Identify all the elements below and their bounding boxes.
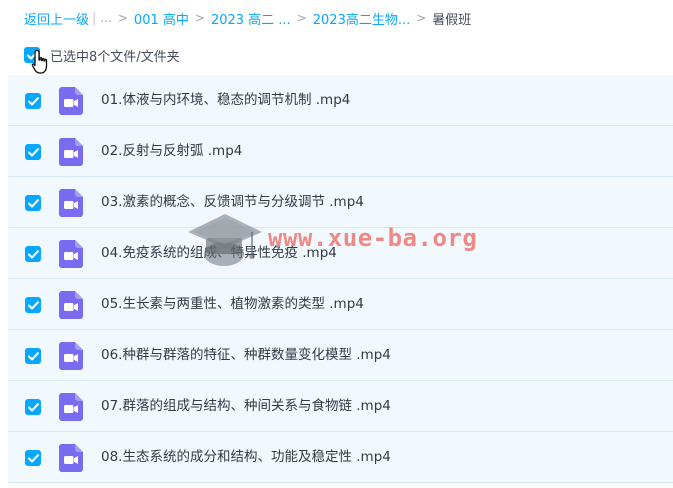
file-browser: 返回上一级 | ... > 001 高中 > 2023 高二 ... > 202… (0, 0, 673, 488)
file-checkbox[interactable] (25, 195, 41, 211)
checkmark-icon (27, 147, 39, 156)
file-checkbox[interactable] (25, 144, 41, 160)
selection-summary: 已选中8个文件/文件夹 (50, 49, 180, 65)
breadcrumb-item-2[interactable]: 2023 高二 ... (211, 9, 291, 28)
video-file-icon (59, 342, 83, 370)
checkmark-icon (27, 198, 39, 207)
breadcrumb-separator-icon: > (117, 11, 128, 25)
breadcrumb-back-link[interactable]: 返回上一级 (24, 9, 89, 28)
file-checkbox[interactable] (25, 297, 41, 313)
breadcrumb-ellipsis[interactable]: ... (100, 11, 111, 25)
breadcrumb-separator-icon: > (296, 11, 307, 25)
video-file-icon (59, 240, 83, 268)
file-name[interactable]: 01.体液与内环境、稳态的调节机制 .mp4 (101, 75, 350, 126)
file-name[interactable]: 02.反射与反射弧 .mp4 (101, 126, 242, 177)
breadcrumb-item-1[interactable]: 001 高中 (134, 9, 189, 28)
file-name[interactable]: 03.激素的概念、反馈调节与分级调节 .mp4 (101, 177, 364, 228)
file-row[interactable]: 05.生长素与两重性、植物激素的类型 .mp4 (8, 279, 673, 330)
file-checkbox[interactable] (25, 246, 41, 262)
file-row[interactable]: 08.生态系统的成分和结构、功能及稳定性 .mp4 (8, 432, 673, 483)
file-row[interactable]: 06.种群与群落的特征、种群数量变化模型 .mp4 (8, 330, 673, 381)
video-file-icon (59, 444, 83, 472)
file-name[interactable]: 08.生态系统的成分和结构、功能及稳定性 .mp4 (101, 432, 391, 483)
file-checkbox[interactable] (25, 450, 41, 466)
checkmark-icon (27, 351, 39, 360)
file-row[interactable]: 04.免疫系统的组成、特异性免疫 .mp4 (8, 228, 673, 279)
file-row[interactable]: 02.反射与反射弧 .mp4 (8, 126, 673, 177)
file-row[interactable]: 03.激素的概念、反馈调节与分级调节 .mp4 (8, 177, 673, 228)
video-file-icon (59, 291, 83, 319)
checkmark-icon (27, 96, 39, 105)
video-file-icon (59, 87, 83, 115)
checkmark-icon (27, 402, 39, 411)
file-name[interactable]: 07.群落的组成与结构、种间关系与食物链 .mp4 (101, 381, 391, 432)
file-list: 01.体液与内环境、稳态的调节机制 .mp4 02.反射与反射弧 .mp4 03.激… (8, 75, 673, 483)
breadcrumb-divider: | (92, 10, 97, 26)
video-file-icon (59, 138, 83, 166)
file-checkbox[interactable] (25, 399, 41, 415)
file-checkbox[interactable] (25, 348, 41, 364)
file-checkbox[interactable] (25, 93, 41, 109)
file-name[interactable]: 05.生长素与两重性、植物激素的类型 .mp4 (101, 279, 364, 330)
file-name[interactable]: 06.种群与群落的特征、种群数量变化模型 .mp4 (101, 330, 391, 381)
video-file-icon (59, 393, 83, 421)
breadcrumb: 返回上一级 | ... > 001 高中 > 2023 高二 ... > 202… (24, 8, 471, 28)
breadcrumb-item-3[interactable]: 2023高二生物... (313, 9, 410, 28)
video-file-icon (59, 189, 83, 217)
checkmark-icon (27, 300, 39, 309)
checkmark-icon (27, 453, 39, 462)
hand-cursor-icon (31, 49, 48, 74)
file-row[interactable]: 01.体液与内环境、稳态的调节机制 .mp4 (8, 75, 673, 126)
breadcrumb-current: 暑假班 (432, 12, 472, 28)
checkmark-icon (27, 249, 39, 258)
breadcrumb-separator-icon: > (416, 11, 427, 25)
breadcrumb-separator-icon: > (194, 11, 205, 25)
file-row[interactable]: 07.群落的组成与结构、种间关系与食物链 .mp4 (8, 381, 673, 432)
file-name[interactable]: 04.免疫系统的组成、特异性免疫 .mp4 (101, 228, 337, 279)
